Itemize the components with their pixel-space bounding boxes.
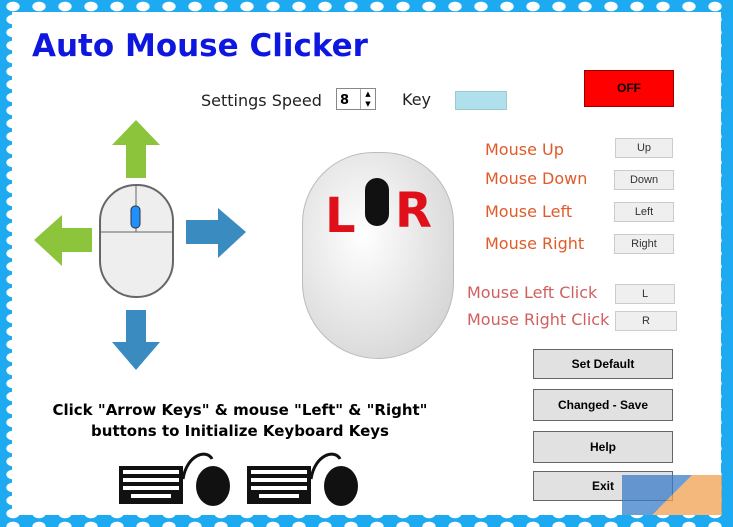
mouse-left-label: Mouse Left [485,202,573,221]
watermark-logo [622,475,722,515]
arrow-right-icon [186,208,246,258]
arrow-mouse-graphic [34,120,246,370]
speed-label: Settings Speed [201,91,322,110]
arrow-left-icon [34,215,92,266]
key-label: Key [402,90,432,109]
app-title: Auto Mouse Clicker [32,28,368,64]
mouse-up-label: Mouse Up [485,140,564,159]
changed-save-button[interactable]: Changed - Save [533,389,673,421]
left-letter: L [325,188,356,244]
mouse-down-key-button[interactable]: Down [614,170,674,190]
mouse-right-click-label: Mouse Right Click [467,310,610,329]
help-button[interactable]: Help [533,431,673,463]
mouse-right-click-key-button[interactable]: R [615,311,677,331]
app-window: Auto Mouse Clicker Settings Speed 8 ▲ ▼ K… [12,12,722,515]
mouse-down-label: Mouse Down [485,169,588,188]
mouse-left-click-key-button[interactable]: L [615,284,675,304]
key-input[interactable] [455,91,507,110]
toggle-off-button[interactable]: OFF [584,70,674,107]
speed-stepper[interactable]: 8 ▲ ▼ [336,88,376,110]
mouse-up-key-button[interactable]: Up [615,138,673,158]
arrow-down-icon [112,310,160,370]
instructions-text: Click "Arrow Keys" & mouse "Left" & "Rig… [52,401,428,440]
mouse-right-label: Mouse Right [485,234,585,253]
keyboard-mouse-graphic [119,452,358,506]
mouse-left-click-label: Mouse Left Click [467,283,598,302]
scroll-wheel-icon [365,178,389,226]
big-mouse-image: L R [302,152,454,359]
arrow-up-icon [112,120,160,178]
mouse-left-key-button[interactable]: Left [614,202,674,222]
mouse-right-key-button[interactable]: Right [614,234,674,254]
set-default-button[interactable]: Set Default [533,349,673,379]
stepper-arrows-icon[interactable]: ▲ ▼ [360,89,375,109]
keyboard-mouse-icon [119,452,230,506]
keyboard-mouse-icon [247,452,358,506]
speed-value: 8 [340,93,350,108]
right-letter: R [395,183,432,239]
